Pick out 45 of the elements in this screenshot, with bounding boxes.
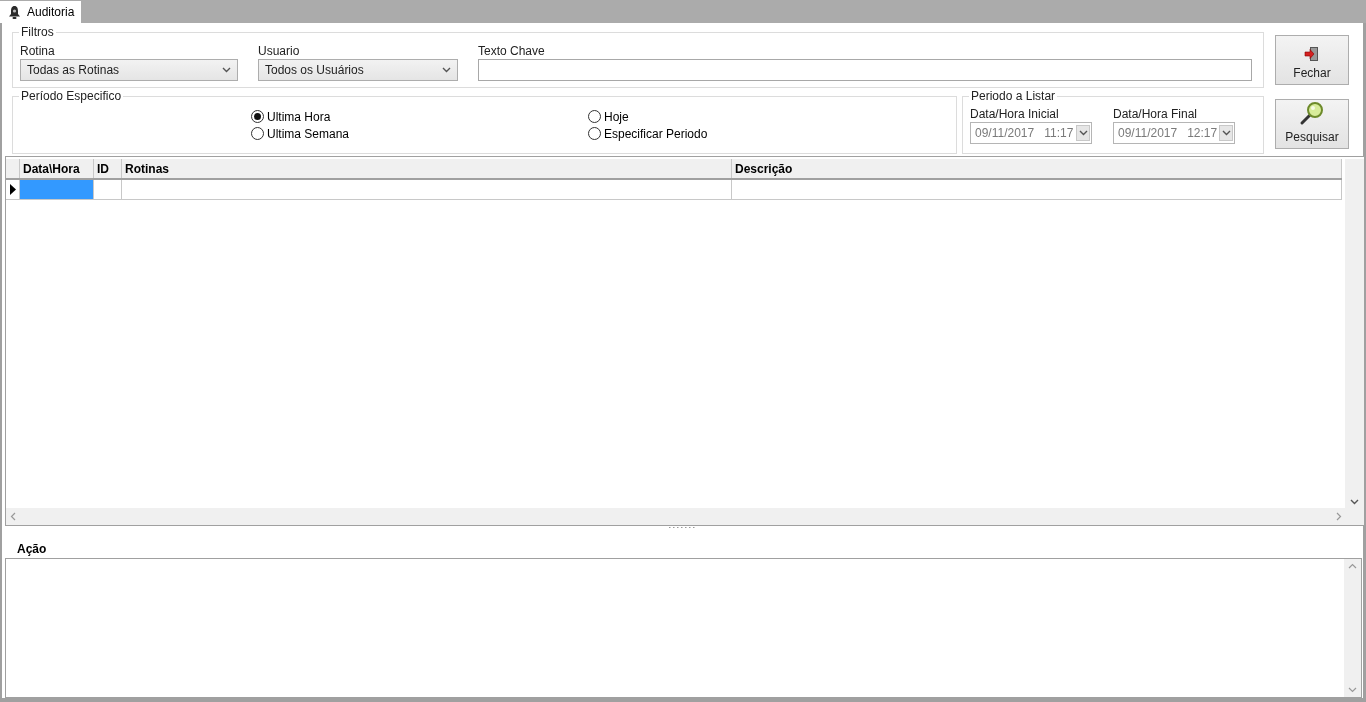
horizontal-scrollbar[interactable] (6, 508, 1364, 525)
radio-option[interactable]: Especificar Periodo (588, 125, 888, 142)
column-header[interactable]: ID (94, 159, 122, 178)
section-title: Ação (16, 541, 48, 558)
radio-circle[interactable] (588, 110, 601, 123)
chevron-down-icon (1348, 687, 1357, 693)
exit-door-icon (1304, 46, 1320, 62)
bell-icon (8, 5, 21, 19)
column-header[interactable]: Data\Hora (20, 159, 94, 178)
triangle-pointer-icon (9, 184, 16, 195)
group-title: Período Especifico (19, 89, 124, 103)
column-header[interactable]: Descrição (732, 159, 1342, 178)
column-header[interactable]: Rotinas (122, 159, 732, 178)
chevron-up-icon (1348, 563, 1357, 569)
field-label: Data/Hora Final (1113, 107, 1199, 121)
radio-circle[interactable] (588, 127, 601, 140)
field-label: Data/Hora Inicial (970, 107, 1060, 121)
chevron-down-icon (442, 67, 451, 73)
splitter-grip-icon[interactable] (667, 526, 698, 529)
radio-option[interactable]: Ultima Hora (251, 108, 588, 125)
tab[interactable]: Auditoria (0, 1, 82, 23)
dropdown[interactable]: Todas as Rotinas (20, 59, 238, 81)
radio-option[interactable]: Hoje (588, 108, 888, 125)
vertical-scrollbar[interactable] (1344, 559, 1361, 697)
chevron-right-icon (1336, 512, 1342, 521)
chevron-left-icon (10, 512, 16, 521)
chevron-down-icon (1221, 130, 1231, 136)
search-icon (1299, 100, 1325, 126)
chevron-down-icon (222, 67, 231, 73)
chevron-down-icon (1350, 499, 1359, 505)
radio-circle[interactable] (251, 127, 264, 140)
field-label: Texto Chave (478, 44, 546, 58)
dropdown[interactable]: Todos os Usuários (258, 59, 458, 81)
table-cell[interactable] (20, 180, 94, 199)
field-label: Rotina (20, 44, 56, 58)
field-label: Usuario (258, 44, 301, 58)
close-button[interactable]: Fechar (1275, 35, 1349, 85)
group-title: Filtros (19, 25, 56, 39)
group-title: Periodo a Listar (969, 89, 1058, 103)
chevron-down-icon (1078, 130, 1088, 136)
radio-circle[interactable] (251, 110, 264, 123)
radio-option[interactable]: Ultima Semana (251, 125, 588, 142)
vertical-scrollbar[interactable] (1345, 159, 1364, 508)
input-field[interactable] (478, 59, 1252, 81)
search-button[interactable]: Pesquisar (1275, 99, 1349, 149)
